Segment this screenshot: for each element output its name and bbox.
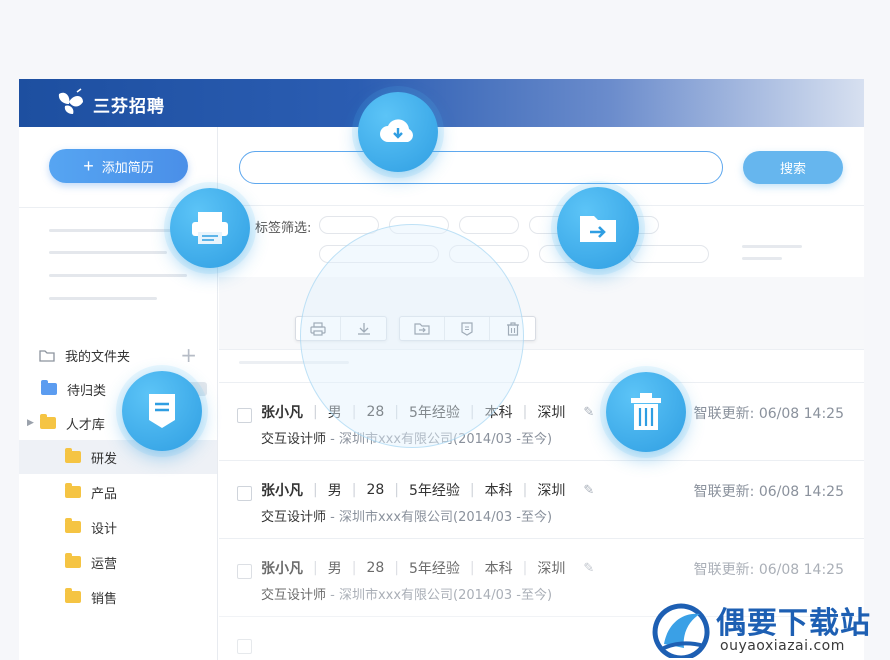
sidebar-item-product[interactable]: 产品 [19, 475, 217, 509]
sidebar-item-label: 产品 [91, 486, 118, 502]
row-checkbox[interactable] [237, 639, 252, 654]
gender: 男 [327, 483, 342, 499]
resume-summary: 张小凡 | 男 | 28 | 5年经验 | 本科 | 深圳 ✎ [261, 480, 595, 500]
placeholder-line [49, 251, 167, 254]
placeholder-line [49, 274, 187, 277]
attachment-icon[interactable]: ✎ [583, 561, 594, 576]
brand-logo-icon [58, 88, 83, 114]
plus-icon: + [83, 156, 94, 176]
resume-position: 交互设计师 - 深圳市xxx有限公司(2014/03 -至今) [261, 506, 552, 525]
tag-filter-label: 标签筛选: [255, 221, 312, 236]
sidebar-item-operations[interactable]: 运营 [19, 545, 217, 579]
update-label: 智联更新: [693, 484, 755, 500]
magnifier-overlay [300, 224, 524, 448]
update-info: 智联更新: 06/08 14:25 [694, 559, 844, 579]
brand-name: 三芬招聘 [93, 97, 165, 117]
row-checkbox[interactable] [237, 486, 252, 501]
folder-icon [65, 448, 81, 463]
sidebar-item-sales[interactable]: 销售 [19, 580, 217, 614]
placeholder-line [49, 229, 187, 232]
attachment-icon[interactable]: ✎ [583, 483, 594, 498]
folder-icon [65, 553, 81, 568]
search-button[interactable]: 搜索 [743, 151, 843, 184]
update-time: 06/08 14:25 [758, 406, 844, 422]
placeholder-line [742, 257, 782, 260]
sidebar-item-rd[interactable]: 研发 [19, 440, 217, 474]
age: 28 [366, 482, 385, 498]
city: 深圳 [537, 561, 566, 577]
candidate-name[interactable]: 张小凡 [261, 480, 303, 500]
tag-pill[interactable] [459, 216, 519, 234]
experience: 5年经验 [408, 483, 460, 499]
cloud-download-icon[interactable] [358, 92, 438, 172]
sidebar-item-label: 设计 [91, 521, 118, 537]
folder-icon [39, 414, 56, 429]
resume-summary: 张小凡 | 男 | 28 | 5年经验 | 本科 | 深圳 ✎ [261, 558, 595, 578]
tag-label-icon[interactable] [122, 371, 202, 451]
tag-pill[interactable] [629, 245, 709, 263]
position: 交互设计师 [261, 432, 327, 447]
company: - 深圳市xxx有限公司(2014/03 -至今) [326, 510, 553, 525]
watermark-title: 偶要下载站 [716, 606, 871, 641]
sidebar-item-label: 销售 [91, 591, 118, 607]
update-info: 智联更新: 06/08 14:25 [694, 403, 844, 423]
my-folders-header: 我的文件夹 + [39, 343, 197, 367]
sidebar-item-label: 研发 [91, 451, 118, 467]
sidebar-item-design[interactable]: 设计 [19, 510, 217, 544]
trash-bin-icon[interactable] [606, 372, 686, 452]
attachment-icon[interactable]: ✎ [583, 405, 594, 420]
add-folder-icon[interactable]: + [180, 343, 197, 367]
folder-icon [65, 588, 81, 603]
update-info: 智联更新: 06/08 14:25 [694, 481, 844, 501]
row-checkbox[interactable] [237, 564, 252, 579]
watermark-url: ouyaoxiazai.com [720, 638, 845, 654]
candidate-name[interactable]: 张小凡 [261, 402, 303, 422]
resume-position: 交互设计师 - 深圳市xxx有限公司(2014/03 -至今) [261, 584, 552, 603]
table-row[interactable]: 张小凡 | 男 | 28 | 5年经验 | 本科 | 深圳 ✎ 交互设计师 - 深圳市xx… [219, 461, 864, 539]
placeholder-line [742, 245, 802, 248]
education: 本科 [484, 561, 513, 577]
site-watermark: 偶要下载站 ouyaoxiazai.com [650, 596, 890, 660]
update-label: 智联更新: [693, 406, 755, 422]
watermark-logo-icon [652, 603, 710, 658]
candidate-name[interactable]: 张小凡 [261, 558, 303, 578]
experience: 5年经验 [408, 561, 460, 577]
title-bar: 三芬招聘 [19, 79, 864, 127]
add-resume-button[interactable]: + 添加简历 [49, 149, 188, 183]
gender: 男 [327, 561, 342, 577]
age: 28 [366, 560, 385, 576]
folder-icon [65, 518, 81, 533]
sidebar-item-label: 运营 [91, 556, 118, 572]
caret-right-icon[interactable]: ▶ [27, 418, 34, 428]
move-folder-icon[interactable] [557, 187, 639, 269]
folder-icon [65, 483, 81, 498]
city: 深圳 [537, 405, 566, 421]
my-folders-title: 我的文件夹 [65, 349, 131, 365]
folder-outline-icon [39, 349, 55, 362]
add-resume-label: 添加简历 [101, 159, 154, 175]
position: 交互设计师 [261, 588, 327, 603]
search-input[interactable] [239, 151, 723, 184]
sidebar-item-label: 待归类 [67, 383, 107, 399]
update-time: 06/08 14:25 [758, 484, 844, 500]
company: - 深圳市xxx有限公司(2014/03 -至今) [326, 588, 553, 603]
row-checkbox[interactable] [237, 408, 252, 423]
update-time: 06/08 14:25 [758, 562, 844, 578]
divider [219, 205, 864, 206]
education: 本科 [484, 483, 513, 499]
printer-icon[interactable] [170, 188, 250, 268]
position: 交互设计师 [261, 510, 327, 525]
folder-icon [41, 380, 57, 395]
update-label: 智联更新: [693, 562, 755, 578]
city: 深圳 [537, 483, 566, 499]
sidebar-item-label: 人才库 [65, 417, 105, 433]
placeholder-line [49, 297, 157, 300]
